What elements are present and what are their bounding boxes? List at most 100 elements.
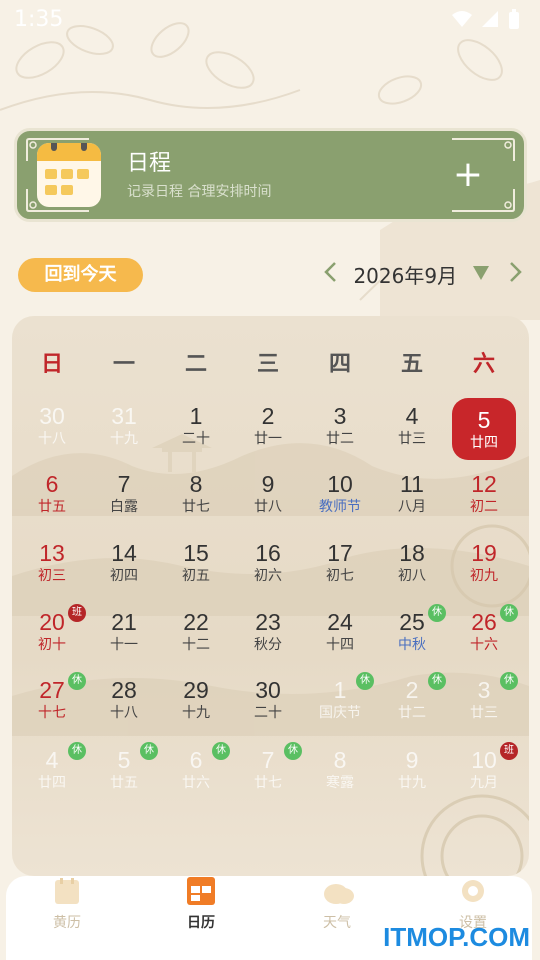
holiday-rest-badge: 休 [68, 742, 86, 760]
day-cell[interactable]: 1 国庆节休 [308, 672, 374, 734]
day-cell[interactable]: 17 初七 [308, 535, 372, 597]
day-cell[interactable]: 29 十九 [164, 672, 228, 734]
day-cell[interactable]: 1 二十 [164, 398, 228, 460]
lunar-date-label: 八月 [398, 499, 426, 515]
schedule-card[interactable]: 日程 记录日程 合理安排时间 + [14, 128, 527, 222]
day-number: 30 [39, 403, 65, 429]
day-number: 14 [111, 540, 137, 566]
lunar-date-label: 廿四 [38, 775, 66, 791]
day-cell[interactable]: 7 白露 [92, 466, 156, 528]
battery-icon [509, 9, 519, 29]
tab-label: 天气 [323, 915, 351, 931]
cloud-icon [322, 876, 354, 906]
day-cell[interactable]: 9 廿九 [380, 742, 444, 804]
day-cell[interactable]: 2 廿二休 [380, 672, 446, 734]
day-cell[interactable]: 23 秋分 [236, 604, 300, 666]
day-cell[interactable]: 19 初九 [452, 535, 516, 597]
next-month-chevron-right-icon[interactable] [504, 261, 528, 288]
day-number: 8 [189, 471, 203, 497]
status-icons [452, 9, 520, 29]
calendar-grid-icon [186, 876, 216, 906]
day-cell[interactable]: 4 廿三 [380, 398, 444, 460]
holiday-rest-badge: 休 [500, 672, 518, 690]
lunar-date-label: 初三 [38, 568, 66, 584]
day-number: 28 [111, 677, 137, 703]
day-number: 23 [255, 609, 281, 635]
day-number: 11 [400, 471, 424, 497]
holiday-rest-badge: 休 [212, 742, 230, 760]
day-number: 21 [111, 609, 137, 635]
day-cell[interactable]: 25 中秋休 [380, 604, 446, 666]
tab-almanac[interactable]: 黄历 [12, 876, 122, 946]
day-cell[interactable]: 20 初十班 [20, 604, 86, 666]
day-number: 10 [327, 471, 353, 497]
day-number: 8 [333, 747, 347, 773]
day-cell[interactable]: 10 教师节 [308, 466, 372, 528]
day-cell[interactable]: 11 八月 [380, 466, 444, 528]
back-to-today-button[interactable]: 回到今天 [18, 258, 143, 292]
lunar-date-label: 白露 [110, 499, 138, 515]
lunar-date-label: 初十 [38, 637, 66, 653]
day-cell-today[interactable]: 5 廿四 [452, 398, 516, 460]
lunar-date-label: 十一 [110, 637, 138, 653]
day-cell[interactable]: 12 初二 [452, 466, 516, 528]
day-cell[interactable]: 22 十二 [164, 604, 228, 666]
lunar-date-label: 十四 [326, 637, 354, 653]
day-cell[interactable]: 14 初四 [92, 535, 156, 597]
schedule-subtitle: 记录日程 合理安排时间 [127, 184, 272, 200]
day-cell[interactable]: 4 廿四休 [20, 742, 86, 804]
wifi-icon [452, 11, 472, 27]
previous-month-chevron-left-icon[interactable] [318, 261, 342, 288]
day-cell[interactable]: 3 廿三休 [452, 672, 518, 734]
lunar-date-label: 十九 [182, 705, 210, 721]
tab-label: 黄历 [53, 915, 81, 931]
day-cell[interactable]: 31 十九 [92, 398, 156, 460]
day-cell[interactable]: 9 廿八 [236, 466, 300, 528]
month-calendar: 日 一 二 三 四 五 六 30 十八 31 十九 1 二十 2 廿一 3 廿二 4 廿三 5 廿四 6 廿五 7 白露 8 廿七… [12, 316, 529, 876]
day-cell[interactable]: 30 十八 [20, 398, 84, 460]
lunar-date-label: 廿六 [182, 775, 210, 791]
holiday-rest-badge: 休 [356, 672, 374, 690]
day-cell[interactable]: 2 廿一 [236, 398, 300, 460]
lunar-date-label: 廿五 [38, 499, 66, 515]
day-cell[interactable]: 30 二十 [236, 672, 300, 734]
holiday-rest-badge: 休 [284, 742, 302, 760]
lunar-date-label: 寒露 [326, 775, 354, 791]
day-number: 17 [327, 540, 353, 566]
holiday-rest-badge: 休 [500, 604, 518, 622]
day-cell[interactable]: 28 十八 [92, 672, 156, 734]
status-time: 1:35 [14, 6, 64, 32]
day-cell[interactable]: 16 初六 [236, 535, 300, 597]
lunar-date-label: 十八 [110, 705, 138, 721]
day-cell[interactable]: 8 廿七 [164, 466, 228, 528]
day-cell[interactable]: 27 十七休 [20, 672, 86, 734]
day-cell[interactable]: 8 寒露 [308, 742, 372, 804]
day-cell[interactable]: 13 初三 [20, 535, 84, 597]
day-number: 31 [111, 403, 137, 429]
day-cell[interactable]: 5 廿五休 [92, 742, 158, 804]
day-number: 12 [471, 471, 497, 497]
day-cell[interactable]: 24 十四 [308, 604, 372, 666]
day-number: 5 [477, 407, 491, 433]
day-cell[interactable]: 7 廿七休 [236, 742, 302, 804]
tab-cloud[interactable]: 天气 [282, 876, 392, 946]
day-number: 1 [189, 403, 203, 429]
day-cell[interactable]: 26 十六休 [452, 604, 518, 666]
add-schedule-button[interactable]: + [448, 155, 488, 195]
day-cell[interactable]: 6 廿六休 [164, 742, 230, 804]
month-navigator: 2026年9月 [318, 256, 528, 292]
day-cell[interactable]: 10 九月班 [452, 742, 518, 804]
day-cell[interactable]: 6 廿五 [20, 466, 84, 528]
day-cell[interactable]: 15 初五 [164, 535, 228, 597]
lunar-date-label: 教师节 [319, 499, 361, 515]
day-cell[interactable]: 18 初八 [380, 535, 444, 597]
day-cell[interactable]: 3 廿二 [308, 398, 372, 460]
month-picker-dropdown-icon[interactable] [469, 262, 493, 286]
lunar-date-label: 国庆节 [319, 705, 361, 721]
lunar-date-label: 初五 [182, 568, 210, 584]
tab-calendar-grid[interactable]: 日历 [146, 876, 256, 946]
day-cell[interactable]: 21 十一 [92, 604, 156, 666]
lunar-date-label: 九月 [470, 775, 498, 791]
lunar-date-label: 廿二 [326, 431, 354, 447]
weekday-header: 日一二三四五六 [12, 346, 529, 382]
